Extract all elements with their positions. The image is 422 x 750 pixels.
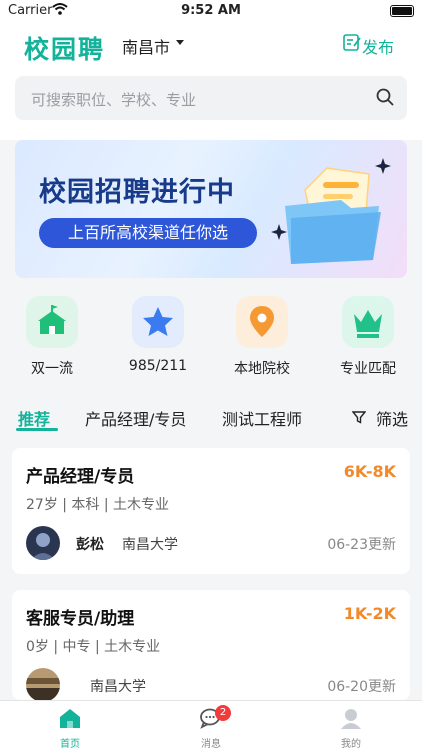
city-selector[interactable]: 南昌市	[122, 34, 170, 58]
job-card[interactable]: 客服专员/助理 1K-2K 0岁 | 中专 | 土木专业 南昌大学 06-20更…	[12, 590, 410, 702]
status-bar: Carrier 9:52 AM	[0, 0, 422, 22]
job-requirements: 27岁 | 本科 | 土木专业	[26, 497, 170, 513]
publish-button[interactable]: 发布	[362, 34, 394, 58]
job-tabs: 推荐 产品经理/专员 测试工程师 筛选	[0, 390, 422, 440]
job-salary: 1K-2K	[343, 604, 396, 623]
candidate-school: 南昌大学	[90, 679, 146, 695]
tab-recommended[interactable]: 推荐	[18, 406, 50, 430]
tab-messages[interactable]: 2 消息	[171, 705, 251, 750]
tab-label: 消息	[201, 739, 221, 750]
search-bar[interactable]: 可搜索职位、学校、专业	[15, 76, 407, 120]
home-icon	[58, 709, 82, 733]
update-time: 06-20更新	[327, 679, 396, 695]
tab-label: 首页	[60, 739, 80, 750]
banner-title: 校园招聘进行中	[39, 177, 235, 208]
avatar	[26, 668, 60, 702]
profile-icon	[339, 709, 363, 733]
unread-badge: 2	[215, 705, 231, 721]
job-title: 客服专员/助理	[26, 609, 135, 629]
job-requirements: 0岁 | 中专 | 土木专业	[26, 639, 161, 655]
tab-profile[interactable]: 我的	[311, 707, 391, 750]
app-logo: 校园聘	[24, 35, 106, 64]
update-time: 06-23更新	[327, 537, 396, 553]
category-label: 双一流	[31, 361, 73, 377]
clock-time: 9:52 AM	[181, 3, 241, 18]
folder-illustration-icon	[257, 148, 397, 276]
search-icon[interactable]	[375, 87, 395, 111]
banner-subtitle: 上百所高校渠道任你选	[39, 218, 257, 248]
filter-icon[interactable]	[351, 409, 367, 428]
candidate-name: 彭松	[76, 537, 104, 553]
job-salary: 6K-8K	[343, 462, 396, 481]
search-input[interactable]: 可搜索职位、学校、专业	[31, 89, 196, 110]
location-pin-icon	[236, 296, 288, 348]
tab-underline	[16, 428, 58, 431]
promo-banner[interactable]: 校园招聘进行中 上百所高校渠道任你选	[15, 140, 407, 278]
school-icon	[26, 296, 78, 348]
tab-product-manager[interactable]: 产品经理/专员	[85, 406, 186, 430]
category-label: 985/211	[128, 358, 188, 374]
tab-test-engineer[interactable]: 测试工程师	[222, 406, 302, 430]
filter-button[interactable]: 筛选	[376, 406, 408, 430]
candidate-school: 南昌大学	[122, 537, 178, 553]
chevron-down-icon[interactable]	[176, 40, 184, 45]
crown-icon	[342, 296, 394, 348]
job-title: 产品经理/专员	[26, 467, 135, 487]
tab-home[interactable]: 首页	[30, 707, 110, 750]
bottom-tab-bar: 首页 2 消息 我的	[0, 700, 422, 750]
header: 校园聘 南昌市 发布 可搜索职位、学校、专业	[0, 22, 422, 140]
battery-icon	[390, 5, 414, 17]
category-985-211[interactable]: 985/211	[118, 296, 198, 374]
category-major-match[interactable]: 专业匹配	[328, 296, 408, 378]
category-label: 本地院校	[234, 361, 290, 377]
edit-icon[interactable]	[342, 32, 362, 56]
category-local-schools[interactable]: 本地院校	[222, 296, 302, 378]
category-double-first-class[interactable]: 双一流	[12, 296, 92, 378]
category-shortcuts: 双一流 985/211 本地院校 专业匹配	[0, 278, 422, 390]
category-label: 专业匹配	[340, 361, 396, 377]
avatar	[26, 526, 60, 560]
star-icon	[132, 296, 184, 348]
tab-label: 我的	[341, 739, 361, 750]
job-card[interactable]: 产品经理/专员 6K-8K 27岁 | 本科 | 土木专业 彭松 南昌大学 06…	[12, 448, 410, 574]
